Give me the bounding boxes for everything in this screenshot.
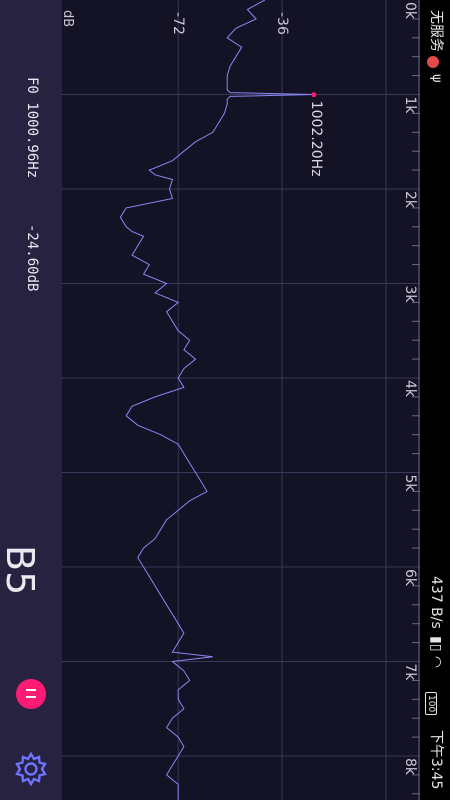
- freq-tick-label: 0k: [402, 2, 418, 20]
- clock: 下午3:45: [428, 730, 444, 790]
- freq-tick-label: 6k: [402, 569, 418, 587]
- pause-button[interactable]: [16, 679, 46, 709]
- signal-icon: ▮▯ ◠: [428, 636, 444, 669]
- freq-tick-label: 3k: [402, 286, 418, 304]
- level-readout: -24.60dB: [24, 224, 40, 292]
- spectrum-chart[interactable]: 0k 1k 2k 3k 4k 5k 6k 7k 8k -36 -72 dB 1002.20Hz: [62, 0, 420, 800]
- freq-tick-label: 7k: [402, 664, 418, 682]
- gear-icon: [15, 751, 47, 787]
- spectrum-plot[interactable]: 0k 1k 2k 3k 4k 5k 6k 7k 8k -36 -72 dB 1002.20Hz: [62, 0, 420, 800]
- usb-icon: ψ: [429, 74, 444, 83]
- battery-icon: 100: [425, 692, 444, 716]
- spectrum-trace: [119, 0, 314, 800]
- db-axis-label: dB: [62, 10, 75, 27]
- settings-button[interactable]: [12, 750, 50, 788]
- side-panel: F0 1000.96Hz -24.60dB B5: [0, 0, 62, 800]
- freq-tick-label: 1k: [402, 97, 418, 115]
- freq-tick-label: 4k: [402, 380, 418, 398]
- f0-readout: F0 1000.96Hz: [24, 77, 40, 179]
- status-bar: 无服务 ψ 437 B/s ▮▯ ◠ 100 下午3:45: [420, 0, 450, 800]
- peak-marker: [311, 92, 317, 98]
- mic-indicator-icon: [425, 56, 444, 68]
- carrier-label: 无服务: [428, 10, 444, 52]
- network-speed: 437 B/s: [428, 576, 444, 629]
- peak-label: 1002.20Hz: [308, 101, 324, 177]
- freq-tick-label: 8k: [402, 758, 418, 776]
- db-tick-label: -36: [274, 12, 290, 35]
- note-name: B5: [0, 545, 42, 596]
- freq-tick-label: 5k: [402, 475, 418, 493]
- freq-tick-label: 2k: [402, 191, 418, 209]
- db-tick-label: -72: [170, 12, 186, 35]
